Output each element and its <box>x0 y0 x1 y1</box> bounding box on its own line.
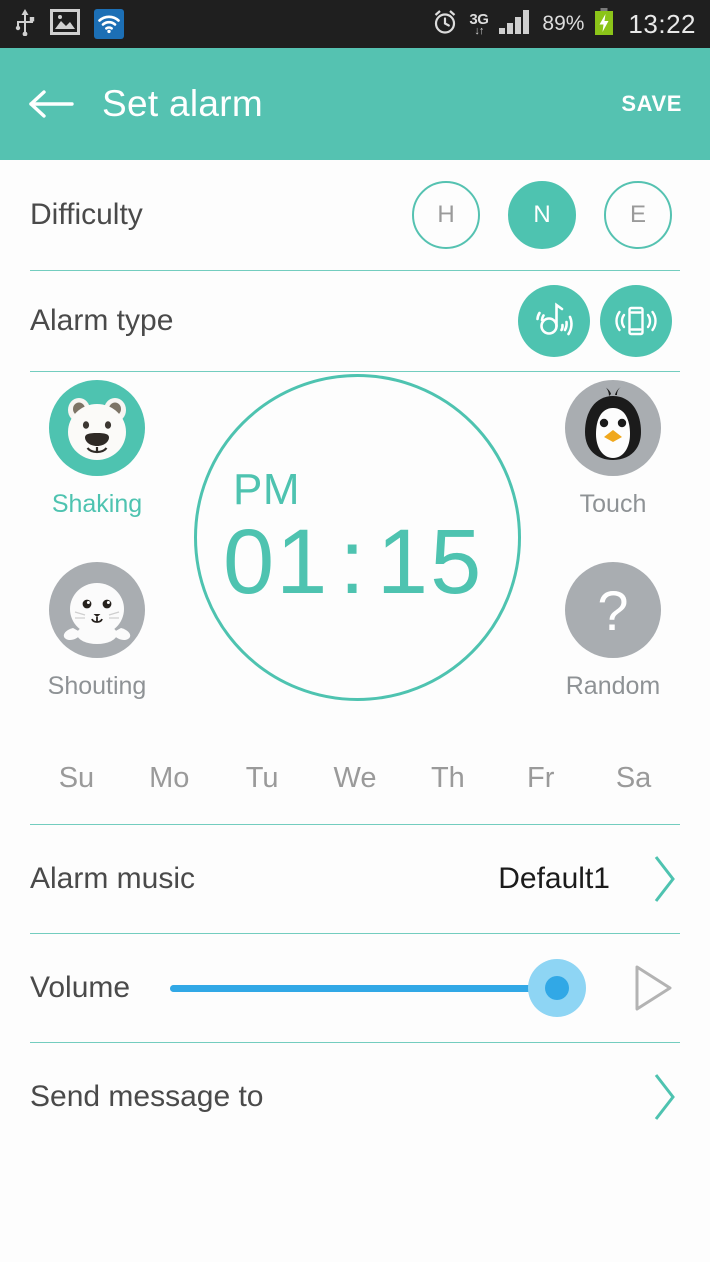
seal-icon <box>49 562 145 658</box>
mission-touch[interactable]: Touch <box>538 380 688 519</box>
weekday-mo[interactable]: Mo <box>123 762 216 795</box>
app-bar: Set alarm SAVE <box>0 48 710 160</box>
usb-icon <box>14 8 36 41</box>
vibrate-phone-icon[interactable] <box>600 285 672 357</box>
penguin-icon <box>565 380 661 476</box>
weekday-selector: Su Mo Tu We Th Fr Sa <box>0 732 710 824</box>
send-message-row[interactable]: Send message to <box>0 1043 710 1151</box>
svg-text:?: ? <box>597 579 628 642</box>
volume-label: Volume <box>30 971 131 1004</box>
difficulty-option-easy[interactable]: E <box>604 181 672 249</box>
data-transfer-arrows: ↓↑ <box>474 24 484 37</box>
mission-shouting-label: Shouting <box>47 672 147 700</box>
music-note-icon[interactable] <box>518 285 590 357</box>
battery-charging-icon <box>594 7 614 41</box>
mission-random-label: Random <box>565 672 661 700</box>
alarm-music-label: Alarm music <box>30 862 196 895</box>
difficulty-row: Difficulty H N E <box>0 160 710 270</box>
time-picker-display[interactable]: PM 01:15 <box>194 374 521 701</box>
time-ampm: PM <box>233 464 300 514</box>
volume-slider-fill <box>170 984 558 992</box>
difficulty-option-normal[interactable]: N <box>508 181 576 249</box>
weekday-we[interactable]: We <box>309 762 402 795</box>
weekday-tu[interactable]: Tu <box>216 762 309 795</box>
page-title: Set alarm <box>102 83 264 124</box>
polar-bear-icon <box>49 380 145 476</box>
chevron-right-icon[interactable] <box>650 853 680 905</box>
mission-shouting[interactable]: Shouting <box>22 562 172 701</box>
network-type-indicator: 3G ↓↑ <box>469 12 489 37</box>
send-message-label: Send message to <box>30 1080 264 1113</box>
save-button[interactable]: SAVE <box>621 91 682 117</box>
time-value: 01:15 <box>223 516 518 608</box>
back-arrow-icon[interactable] <box>28 88 80 120</box>
status-bar-clock: 13:22 <box>628 8 696 39</box>
gallery-icon <box>50 8 80 40</box>
alarm-music-row[interactable]: Alarm music Default1 <box>0 825 710 933</box>
mission-touch-label: Touch <box>579 490 647 518</box>
signal-bars-icon <box>498 9 532 40</box>
status-bar-left-icons <box>14 8 124 41</box>
volume-slider-thumb-dot <box>545 976 569 1000</box>
difficulty-options: H N E <box>412 181 680 249</box>
mission-random[interactable]: ? Random <box>538 562 688 701</box>
volume-slider[interactable] <box>170 959 600 1017</box>
difficulty-option-hard[interactable]: H <box>412 181 480 249</box>
weekday-th[interactable]: Th <box>401 762 494 795</box>
battery-percent-label: 89% <box>542 12 585 35</box>
alarm-clock-icon <box>431 8 459 41</box>
app-screen: 3G ↓↑ 89% 13:22 Set alarm SAVE Difficult… <box>0 0 710 1262</box>
alarm-music-value: Default1 <box>498 862 610 895</box>
mission-shaking[interactable]: Shaking <box>22 380 172 519</box>
play-icon[interactable] <box>624 962 680 1014</box>
wifi-icon <box>94 9 124 39</box>
alarm-type-row: Alarm type <box>0 271 710 371</box>
status-bar: 3G ↓↑ 89% 13:22 <box>0 0 710 48</box>
mission-and-clock-area: Shaking Shouting PM 01: 15 Touch ? Rand… <box>0 372 710 732</box>
alarm-type-options <box>518 285 680 357</box>
time-separator: : <box>339 510 367 613</box>
time-minute: 15 <box>376 510 484 613</box>
volume-slider-thumb[interactable] <box>528 959 586 1017</box>
question-mark-icon: ? <box>565 562 661 658</box>
weekday-sa[interactable]: Sa <box>587 762 680 795</box>
weekday-fr[interactable]: Fr <box>494 762 587 795</box>
alarm-type-label: Alarm type <box>30 304 174 337</box>
status-bar-right-icons: 3G ↓↑ 89% 13:22 <box>431 7 696 41</box>
time-hour: 01 <box>223 510 330 613</box>
mission-shaking-label: Shaking <box>51 490 143 518</box>
weekday-su[interactable]: Su <box>30 762 123 795</box>
volume-row: Volume <box>0 934 710 1042</box>
chevron-right-icon[interactable] <box>650 1071 680 1123</box>
difficulty-label: Difficulty <box>30 198 143 231</box>
